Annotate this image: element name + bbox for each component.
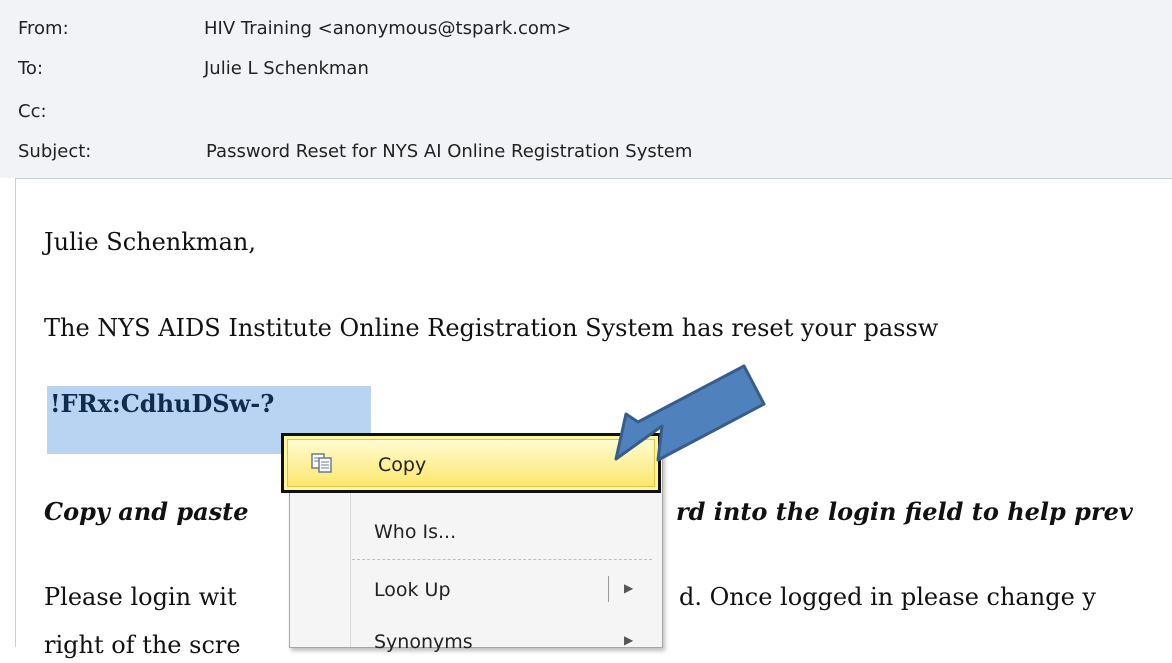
to-value[interactable]: Julie L Schenkman <box>204 58 369 79</box>
body-line-3a: Please login wit <box>44 583 237 611</box>
body-line-4: right of the scre <box>44 631 241 659</box>
copy-icon <box>311 453 332 473</box>
subject-label: Subject: <box>18 141 92 162</box>
submenu-arrow-icon: ▶ <box>624 581 634 595</box>
body-line-1: The NYS AIDS Institute Online Registrati… <box>44 314 939 342</box>
body-line-3b: d. Once logged in please change y <box>679 583 1096 611</box>
from-value[interactable]: HIV Training <anonymous@tspark.com> <box>204 18 572 39</box>
who-is-label: Who Is... <box>374 521 457 543</box>
password-text[interactable]: !FRx:CdhuDSw-? <box>50 389 274 418</box>
from-label: From: <box>18 18 69 39</box>
menu-separator <box>352 559 652 560</box>
body-line-2b: rd into the login field to help prev <box>676 497 1133 526</box>
synonyms-label: Synonyms <box>374 631 473 653</box>
menu-item-look-up[interactable]: Look Up ▶ <box>290 569 662 611</box>
menu-item-synonyms[interactable]: Synonyms ▶ <box>290 621 662 663</box>
to-label: To: <box>18 58 44 79</box>
pointer-arrow-icon <box>614 364 766 462</box>
submenu-arrow-icon: ▶ <box>624 633 634 647</box>
submenu-separator <box>608 576 609 602</box>
subject-value: Password Reset for NYS AI Online Registr… <box>206 141 693 162</box>
copy-label: Copy <box>378 454 427 476</box>
greeting: Julie Schenkman, <box>44 228 256 256</box>
menu-item-who-is[interactable]: Who Is... <box>290 511 662 553</box>
cc-label: Cc: <box>18 101 47 122</box>
look-up-label: Look Up <box>374 579 451 601</box>
message-header: From: HIV Training <anonymous@tspark.com… <box>0 0 1172 178</box>
body-line-2a: Copy and paste <box>44 497 249 526</box>
